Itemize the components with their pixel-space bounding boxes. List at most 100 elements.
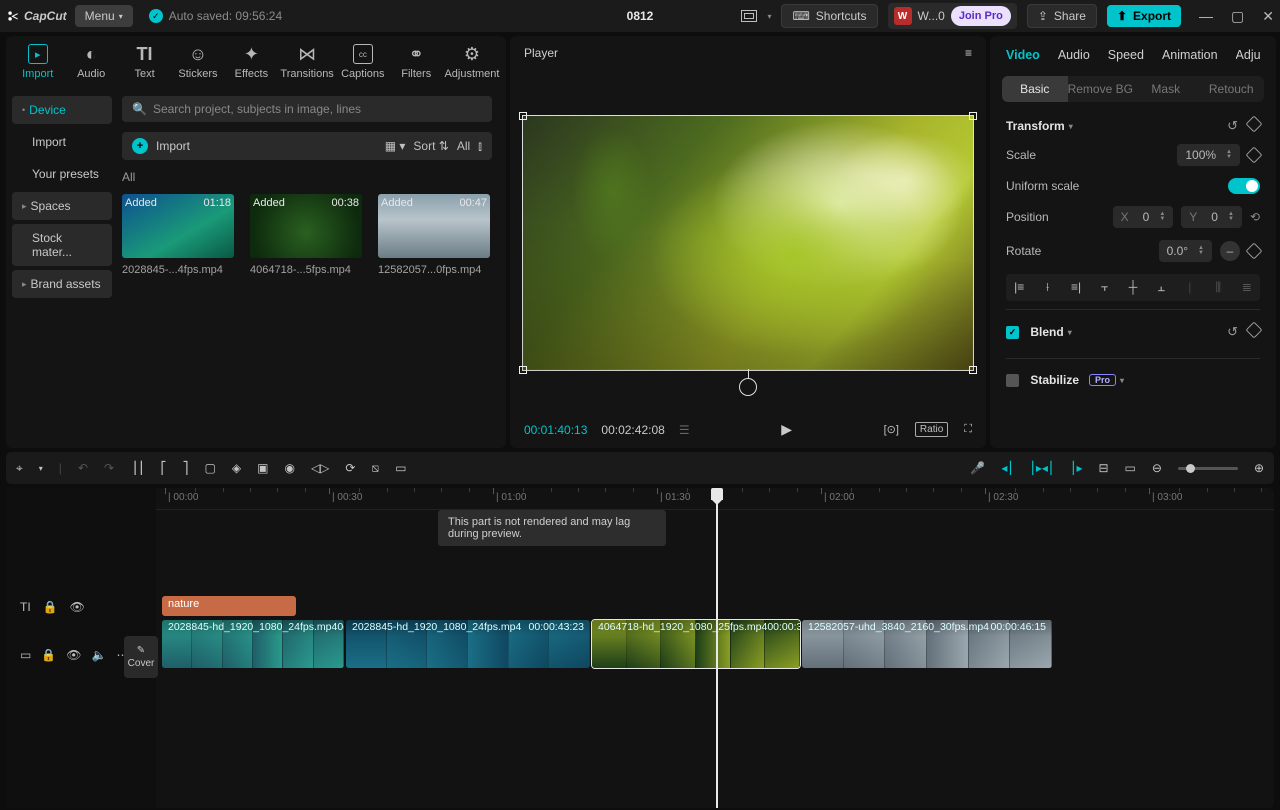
tab-video[interactable]: Video bbox=[1006, 48, 1040, 62]
aspect-icon[interactable] bbox=[741, 10, 757, 22]
list-icon[interactable]: ☰ bbox=[679, 423, 690, 437]
marker-icon[interactable]: ◈ bbox=[232, 461, 241, 475]
ai-icon[interactable]: ▭ bbox=[395, 461, 406, 475]
tab-captions[interactable]: ccCaptions bbox=[341, 40, 384, 90]
crop-icon[interactable]: ⧅ bbox=[371, 461, 379, 476]
ratio-button[interactable]: Ratio bbox=[915, 422, 948, 437]
trim-right-icon[interactable]: ⎤ bbox=[183, 461, 189, 475]
clip-card[interactable]: Added00:47 12582057...0fps.mp4 bbox=[378, 194, 490, 276]
eye-icon[interactable]: 👁 bbox=[66, 648, 81, 662]
magnet-icon[interactable]: ⎮▸◂⎮ bbox=[1030, 461, 1055, 475]
close-icon[interactable]: ✕ bbox=[1262, 8, 1274, 25]
workspace-pill[interactable]: W W...0 Join Pro bbox=[888, 3, 1017, 29]
align-center-v-icon[interactable]: ┼ bbox=[1126, 280, 1140, 295]
align-top-icon[interactable]: ⫟ bbox=[1097, 280, 1111, 295]
preview-frame[interactable] bbox=[522, 115, 974, 371]
join-pro-button[interactable]: Join Pro bbox=[951, 6, 1011, 26]
lock-icon[interactable]: 🔒 bbox=[43, 600, 58, 614]
snap-icon[interactable]: ⊟ bbox=[1098, 461, 1108, 475]
resize-handle[interactable] bbox=[969, 366, 977, 374]
delete-icon[interactable]: ▢ bbox=[205, 461, 216, 475]
resize-handle[interactable] bbox=[519, 112, 527, 120]
share-button[interactable]: ⇪ Share bbox=[1027, 4, 1097, 28]
chevron-down-icon[interactable]: ▾ bbox=[767, 12, 771, 21]
sidebar-item-spaces[interactable]: ▸Spaces bbox=[12, 192, 112, 220]
keyframe-icon[interactable] bbox=[1246, 322, 1263, 339]
keyframe-icon[interactable] bbox=[1246, 243, 1263, 260]
tab-stickers[interactable]: ☺Stickers bbox=[176, 40, 219, 90]
shortcuts-button[interactable]: ⌨ Shortcuts bbox=[781, 4, 877, 28]
chevron-down-icon[interactable]: ▾ bbox=[1068, 328, 1072, 337]
play-icon[interactable]: ▶ bbox=[781, 421, 792, 438]
cover-button[interactable]: ✎ Cover bbox=[124, 636, 158, 678]
chevron-down-icon[interactable]: ▾ bbox=[1120, 376, 1124, 385]
project-title[interactable]: 0812 bbox=[627, 9, 654, 23]
undo-icon[interactable]: ↶ bbox=[78, 461, 88, 475]
text-clip[interactable]: nature bbox=[162, 596, 296, 616]
distribute-h-icon[interactable]: ⫼ bbox=[1211, 280, 1225, 295]
record-icon[interactable]: ◉ bbox=[284, 461, 294, 475]
sort-button[interactable]: Sort ⇅ bbox=[413, 139, 448, 153]
distribute-v-icon[interactable]: ≣ bbox=[1240, 280, 1254, 295]
tab-audio[interactable]: ◐Audio bbox=[69, 40, 112, 90]
sidebar-item-stock[interactable]: Stock mater... bbox=[12, 224, 112, 266]
tab-adjustment[interactable]: ⚙Adjustment bbox=[448, 40, 496, 90]
align-right-icon[interactable]: ≡| bbox=[1069, 280, 1083, 295]
chevron-down-icon[interactable]: ▾ bbox=[1069, 122, 1073, 131]
player-viewport[interactable] bbox=[510, 70, 986, 415]
subtab-removebg[interactable]: Remove BG bbox=[1068, 76, 1134, 102]
magnet-left-icon[interactable]: ◂⎮ bbox=[1001, 461, 1013, 475]
pos-x-input[interactable]: X0▲▼ bbox=[1113, 206, 1174, 228]
mute-icon[interactable]: 🔈 bbox=[92, 648, 107, 662]
minimize-icon[interactable]: — bbox=[1199, 8, 1213, 25]
tab-audio[interactable]: Audio bbox=[1058, 48, 1090, 62]
funnel-icon[interactable]: ⫾ bbox=[478, 139, 482, 154]
compound-icon[interactable]: ▣ bbox=[257, 461, 268, 475]
rotate-handle[interactable] bbox=[739, 378, 757, 396]
zoom-out-icon[interactable]: ⊖ bbox=[1152, 461, 1162, 475]
export-button[interactable]: ⬆ Export bbox=[1107, 5, 1181, 27]
timeline-clip[interactable]: 2028845-hd_1920_1080_24fps.mp40( bbox=[162, 620, 344, 668]
pos-y-input[interactable]: Y0▲▼ bbox=[1181, 206, 1242, 228]
clip-card[interactable]: Added00:38 4064718-...5fps.mp4 bbox=[250, 194, 362, 276]
stabilize-checkbox[interactable] bbox=[1006, 374, 1019, 387]
subtab-mask[interactable]: Mask bbox=[1133, 76, 1199, 102]
magnet-right-icon[interactable]: ⎮▸ bbox=[1070, 461, 1082, 475]
trim-left-icon[interactable]: ⎡ bbox=[161, 461, 167, 475]
import-button[interactable]: Import bbox=[156, 139, 190, 153]
fullscreen-icon[interactable]: ⛶ bbox=[964, 423, 972, 436]
align-center-h-icon[interactable]: ⟊ bbox=[1040, 280, 1054, 295]
add-icon[interactable]: + bbox=[132, 138, 148, 154]
rotate-icon[interactable]: ⟳ bbox=[345, 461, 355, 475]
filter-all-button[interactable]: All bbox=[457, 139, 470, 153]
tab-animation[interactable]: Animation bbox=[1162, 48, 1218, 62]
select-tool-icon[interactable]: ⌖ bbox=[16, 461, 23, 476]
rotate-input[interactable]: 0.0°▲▼ bbox=[1159, 240, 1212, 262]
tab-effects[interactable]: ✦Effects bbox=[230, 40, 273, 90]
timeline[interactable]: | 00:00| 00:30| 01:00| 01:30| 02:00| 02:… bbox=[6, 488, 1274, 808]
scale-input[interactable]: 100%▲▼ bbox=[1177, 144, 1240, 166]
split-icon[interactable]: ⎮⎮ bbox=[132, 461, 145, 475]
sidebar-item-device[interactable]: •Device bbox=[12, 96, 112, 124]
sidebar-item-presets[interactable]: Your presets bbox=[12, 160, 112, 188]
search-input[interactable]: 🔍 Search project, subjects in image, lin… bbox=[122, 96, 492, 122]
layout-icon[interactable]: ▦ ▾ bbox=[385, 139, 406, 153]
tab-speed[interactable]: Speed bbox=[1108, 48, 1144, 62]
redo-icon[interactable]: ↷ bbox=[104, 461, 114, 475]
resize-handle[interactable] bbox=[519, 366, 527, 374]
playhead[interactable] bbox=[716, 488, 718, 808]
chevron-down-icon[interactable]: ▾ bbox=[39, 464, 43, 473]
tab-adjust[interactable]: Adju bbox=[1236, 48, 1260, 62]
lock-icon[interactable]: 🔒 bbox=[41, 648, 56, 662]
sidebar-item-import[interactable]: Import bbox=[12, 128, 112, 156]
clip-card[interactable]: Added01:18 2028845-...4fps.mp4 bbox=[122, 194, 234, 276]
eye-icon[interactable]: 👁 bbox=[70, 600, 85, 614]
blend-checkbox[interactable]: ✓ bbox=[1006, 326, 1019, 339]
menu-button[interactable]: Menu ▾ bbox=[75, 5, 133, 27]
keyframe-icon[interactable] bbox=[1246, 147, 1263, 164]
hamburger-icon[interactable]: ≡ bbox=[965, 46, 972, 60]
subtab-retouch[interactable]: Retouch bbox=[1199, 76, 1265, 102]
mirror-icon[interactable]: ◁▷ bbox=[311, 461, 329, 475]
tab-filters[interactable]: ⚭Filters bbox=[395, 40, 438, 90]
maximize-icon[interactable]: ▢ bbox=[1231, 8, 1244, 25]
